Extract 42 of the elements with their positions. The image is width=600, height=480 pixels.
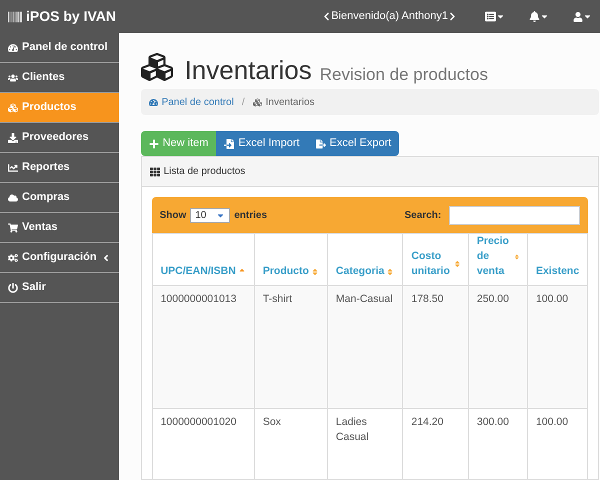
dashboard-icon [8,42,18,52]
cloud-icon [8,192,18,202]
sort-icon [310,268,319,276]
toolbar-button[interactable]: Excel Export [308,131,400,156]
cubes-icon [252,98,262,106]
table-cell: 1000000001020 [152,408,254,479]
page-size-select[interactable]: 10 [190,208,230,222]
export-icon [316,138,326,148]
sort-icon [455,260,460,268]
page-title: Inventarios [184,57,312,83]
search-label: Search: [404,208,442,222]
list-menu-icon[interactable] [485,11,505,22]
user-menu-icon[interactable] [573,12,592,22]
bell-menu-icon[interactable] [529,11,549,22]
page-subtitle: Revision de productos [320,66,488,83]
breadcrumb-link[interactable]: Panel de control [148,94,234,110]
line-chart-icon [8,162,18,172]
sort-icon [515,252,519,260]
cubes-icon [140,51,173,83]
users-icon [8,72,18,82]
cart-icon [8,222,18,232]
chevron-left-icon[interactable] [322,12,332,21]
download-icon [8,132,18,142]
chevron-right-icon[interactable] [448,12,457,21]
welcome-text: Bienvenido(a) Anthony1 [331,9,448,24]
brand-title: iPOS by IVAN [26,7,116,26]
toolbar-button[interactable]: Excel Import [216,131,308,156]
import-icon [224,138,234,148]
entries-label: entries [234,208,268,222]
power-icon [8,282,18,292]
panel-title: Lista de productos [164,165,246,179]
toolbar-button[interactable]: New item [140,131,216,156]
barcode-icon [8,10,22,24]
breadcrumb-separator: / [242,96,245,110]
gears-icon [8,252,18,262]
cubes-icon [8,102,18,112]
sort-icon [386,268,394,276]
search-field[interactable] [449,206,580,224]
plus-icon [148,138,159,148]
dashboard-icon [148,98,158,106]
show-label: Show [160,208,186,222]
column-header[interactable]: UPC/EAN/ISBN [152,234,254,286]
